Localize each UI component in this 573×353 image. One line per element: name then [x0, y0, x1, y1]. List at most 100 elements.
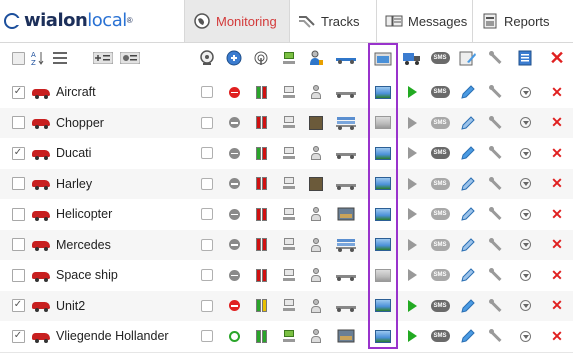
trailer-icon[interactable] — [335, 108, 357, 138]
delete-unit-icon[interactable]: ✕ — [547, 321, 567, 351]
tab-monitoring[interactable]: Monitoring — [184, 0, 289, 42]
show-on-map-checkbox[interactable] — [198, 260, 216, 290]
photo-folder-icon[interactable] — [373, 43, 393, 73]
toggle-icon[interactable] — [119, 43, 141, 73]
driver-icon[interactable] — [307, 291, 325, 321]
trailer-icon[interactable] — [335, 138, 357, 168]
trailer-icon[interactable] — [335, 43, 357, 73]
sms-icon[interactable]: SMS — [429, 260, 451, 290]
unit-checkbox[interactable] — [11, 199, 25, 229]
play-track-icon[interactable] — [402, 199, 422, 229]
edit-icon[interactable] — [458, 291, 478, 321]
tools-icon[interactable] — [486, 77, 506, 107]
locate-icon[interactable] — [198, 43, 216, 73]
commands-dropdown-icon[interactable] — [515, 321, 535, 351]
target-icon[interactable] — [225, 43, 243, 73]
tools-icon[interactable] — [486, 291, 506, 321]
delete-unit-icon[interactable]: ✕ — [547, 108, 567, 138]
delete-unit-icon[interactable]: ✕ — [547, 169, 567, 199]
edit-icon[interactable] — [458, 77, 478, 107]
edit-icon[interactable] — [458, 169, 478, 199]
unit-checkbox[interactable]: ✓ — [11, 291, 25, 321]
play-track-icon[interactable] — [402, 230, 422, 260]
driver-icon[interactable] — [307, 108, 325, 138]
unit-row[interactable]: Mercedes SMS ✕ — [0, 229, 573, 261]
unit-name[interactable]: Harley — [56, 169, 186, 199]
connection-icon[interactable] — [280, 43, 298, 73]
list-icon[interactable] — [52, 43, 68, 73]
unit-name[interactable]: Ducati — [56, 138, 186, 168]
unit-row[interactable]: ✓ Aircraft SMS ✕ — [0, 77, 573, 109]
driver-icon[interactable] — [307, 169, 325, 199]
trailer-icon[interactable] — [335, 321, 357, 351]
select-all-checkbox[interactable] — [11, 43, 25, 73]
edit-icon[interactable] — [458, 260, 478, 290]
driver-icon[interactable] — [307, 43, 325, 73]
edit-icon[interactable] — [458, 321, 478, 351]
commands-dropdown-icon[interactable] — [515, 108, 535, 138]
unit-name[interactable]: Vliegende Hollander — [56, 321, 186, 351]
commands-dropdown-icon[interactable] — [515, 138, 535, 168]
show-on-map-checkbox[interactable] — [198, 169, 216, 199]
tab-messages[interactable]: Messages — [376, 0, 472, 42]
edit-icon[interactable] — [458, 138, 478, 168]
image-icon[interactable] — [373, 169, 393, 199]
sms-icon[interactable]: SMS — [429, 138, 451, 168]
unit-row[interactable]: Chopper SMS ✕ — [0, 107, 573, 139]
unit-row[interactable]: Space ship SMS ✕ — [0, 260, 573, 292]
sms-icon[interactable]: SMS — [429, 169, 451, 199]
play-track-icon[interactable] — [402, 169, 422, 199]
show-on-map-checkbox[interactable] — [198, 77, 216, 107]
unit-row[interactable]: ✓ Unit2 SMS ✕ — [0, 290, 573, 322]
sms-icon[interactable]: SMS — [429, 230, 451, 260]
unit-name[interactable]: Chopper — [56, 108, 186, 138]
unit-checkbox[interactable] — [11, 169, 25, 199]
sms-icon[interactable]: SMS — [429, 43, 451, 73]
delete-all-icon[interactable]: ✕ — [547, 43, 567, 73]
sms-icon[interactable]: SMS — [429, 321, 451, 351]
play-track-icon[interactable] — [402, 77, 422, 107]
show-on-map-checkbox[interactable] — [198, 291, 216, 321]
trailer-icon[interactable] — [335, 260, 357, 290]
play-track-icon[interactable] — [402, 138, 422, 168]
unit-checkbox[interactable]: ✓ — [11, 77, 25, 107]
delete-unit-icon[interactable]: ✕ — [547, 260, 567, 290]
unit-name[interactable]: Unit2 — [56, 291, 186, 321]
driver-icon[interactable] — [307, 138, 325, 168]
commands-dropdown-icon[interactable] — [515, 291, 535, 321]
trailer-icon[interactable] — [335, 230, 357, 260]
tools-icon[interactable] — [486, 108, 506, 138]
play-track-icon[interactable] — [402, 108, 422, 138]
trailer-icon[interactable] — [335, 291, 357, 321]
show-on-map-checkbox[interactable] — [198, 230, 216, 260]
image-icon[interactable] — [373, 260, 393, 290]
delete-unit-icon[interactable]: ✕ — [547, 199, 567, 229]
image-icon[interactable] — [373, 230, 393, 260]
commands-dropdown-icon[interactable] — [515, 169, 535, 199]
show-on-map-checkbox[interactable] — [198, 138, 216, 168]
sms-icon[interactable]: SMS — [429, 291, 451, 321]
unit-row[interactable]: ✓ Vliegende Hollander SMS ✕ — [0, 321, 573, 353]
unit-checkbox[interactable]: ✓ — [11, 321, 25, 351]
image-icon[interactable] — [373, 77, 393, 107]
unit-row[interactable]: Harley SMS ✕ — [0, 168, 573, 200]
tools-icon[interactable] — [486, 199, 506, 229]
commands-dropdown-icon[interactable] — [515, 199, 535, 229]
driver-icon[interactable] — [307, 230, 325, 260]
unit-row[interactable]: ✓ Ducati SMS ✕ — [0, 138, 573, 170]
unit-checkbox[interactable]: ✓ — [11, 138, 25, 168]
unit-checkbox[interactable] — [11, 108, 25, 138]
sms-icon[interactable]: SMS — [429, 108, 451, 138]
tools-icon[interactable] — [486, 230, 506, 260]
edit-icon[interactable] — [458, 230, 478, 260]
tools-icon[interactable] — [486, 43, 506, 73]
add-group-icon[interactable] — [92, 43, 114, 73]
unit-name[interactable]: Space ship — [56, 260, 186, 290]
image-icon[interactable] — [373, 291, 393, 321]
delete-unit-icon[interactable]: ✕ — [547, 230, 567, 260]
sms-icon[interactable]: SMS — [429, 199, 451, 229]
image-icon[interactable] — [373, 138, 393, 168]
commands-dropdown-icon[interactable] — [515, 77, 535, 107]
tools-icon[interactable] — [486, 260, 506, 290]
image-icon[interactable] — [373, 199, 393, 229]
